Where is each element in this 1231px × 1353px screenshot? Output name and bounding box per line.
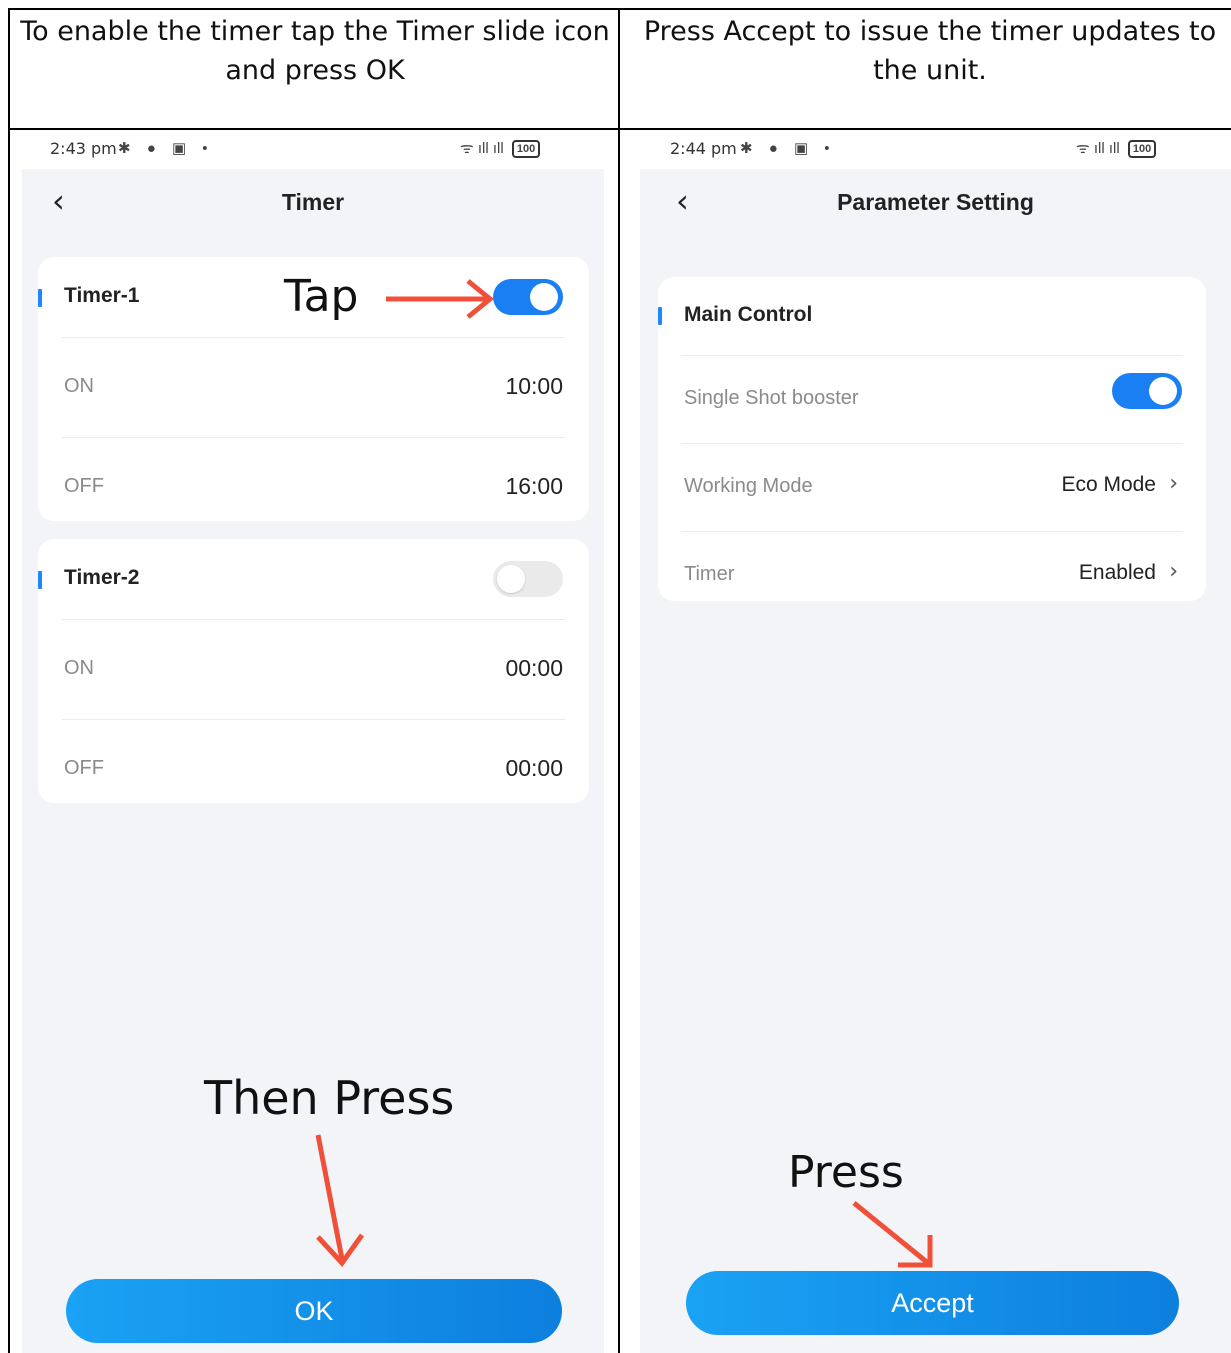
- status-icons: ᯤ ıll ıll 100: [460, 138, 541, 159]
- timer-2-title: Timer-2: [64, 566, 140, 589]
- battery-icon: 100: [1127, 140, 1157, 159]
- status-time: 2:44 pm: [670, 139, 737, 158]
- timer-row[interactable]: Timer Enabled ›: [658, 531, 1206, 619]
- toggle-knob: [497, 565, 525, 593]
- right-caption: Press Accept to issue the timer updates …: [643, 16, 1217, 86]
- working-mode-value: Eco Mode: [1061, 473, 1156, 496]
- divider: [62, 437, 565, 438]
- timer-1-off-row[interactable]: OFF 16:00: [38, 437, 589, 537]
- status-bar: 2:44 pm ✱ ● ▣ • ᯤ ıll ıll 100: [620, 131, 1231, 169]
- off-time-value: 16:00: [505, 473, 563, 499]
- main-control-card: Main Control Single Shot booster Working…: [658, 277, 1206, 601]
- parameter-setting-screen: ‹ Parameter Setting Main Control Single …: [640, 169, 1231, 1353]
- working-mode-label: Working Mode: [684, 475, 813, 497]
- on-time-value: 00:00: [505, 655, 563, 681]
- press-arrow: [852, 1201, 933, 1268]
- status-time: 2:43 pm: [50, 139, 117, 158]
- then-press-arrow: [315, 1134, 365, 1267]
- left-caption: To enable the timer tap the Timer slide …: [20, 16, 610, 86]
- accept-button[interactable]: Accept: [686, 1271, 1179, 1335]
- left-phone-screenshot: 2:43 pm ✱ ● ▣ • ᯤ ıll ıll 100 ‹ Timer Ti…: [10, 131, 616, 1353]
- main-control-title: Main Control: [684, 303, 813, 326]
- timer-2-header: Timer-2: [38, 539, 589, 619]
- status-bar: 2:43 pm ✱ ● ▣ • ᯤ ıll ıll 100: [10, 131, 616, 169]
- nav-bar: ‹ Parameter Setting: [640, 169, 1231, 235]
- divider: [682, 355, 1182, 356]
- wifi-signal-icon: ᯤ ıll ıll: [1076, 140, 1120, 157]
- chevron-right-icon: ›: [1169, 471, 1178, 496]
- status-icons: ᯤ ıll ıll 100: [1076, 138, 1157, 159]
- timer-2-card: Timer-2 ON 00:00 OFF 00:00: [38, 539, 589, 803]
- notification-icons: ✱ ● ▣ •: [740, 140, 836, 157]
- main-control-header: Main Control: [658, 277, 1206, 355]
- nav-bar: ‹ Timer: [22, 169, 604, 235]
- timer-label: Timer: [684, 563, 735, 585]
- timer-2-toggle[interactable]: [493, 561, 563, 597]
- toggle-knob: [1149, 377, 1177, 405]
- page-title: Parameter Setting: [837, 189, 1034, 215]
- notification-icons: ✱ ● ▣ •: [118, 140, 214, 157]
- then-press-annotation: Then Press: [204, 1071, 455, 1125]
- working-mode-row[interactable]: Working Mode Eco Mode ›: [658, 443, 1206, 531]
- ok-button[interactable]: OK: [66, 1279, 562, 1343]
- divider: [62, 337, 565, 338]
- timer-2-on-row[interactable]: ON 00:00: [38, 619, 589, 719]
- press-annotation: Press: [788, 1147, 904, 1198]
- chevron-right-icon: ›: [1169, 559, 1178, 584]
- divider: [682, 443, 1182, 444]
- on-time-value: 10:00: [505, 373, 563, 399]
- section-accent: [658, 307, 662, 325]
- timer-1-on-row[interactable]: ON 10:00: [38, 337, 589, 437]
- table-border-row: [8, 128, 1231, 130]
- on-label: ON: [64, 657, 94, 679]
- wifi-signal-icon: ᯤ ıll ıll: [460, 140, 504, 157]
- timer-1-title: Timer-1: [64, 284, 140, 307]
- section-accent: [38, 289, 42, 307]
- on-label: ON: [64, 375, 94, 397]
- right-phone-screenshot: 2:44 pm ✱ ● ▣ • ᯤ ıll ıll 100 ‹ Paramete…: [620, 131, 1231, 1353]
- timer-2-off-row[interactable]: OFF 00:00: [38, 719, 589, 819]
- divider: [62, 619, 565, 620]
- single-shot-toggle[interactable]: [1112, 373, 1182, 409]
- off-time-value: 00:00: [505, 755, 563, 781]
- single-shot-row: Single Shot booster: [658, 355, 1206, 443]
- single-shot-label: Single Shot booster: [684, 387, 859, 409]
- tap-annotation: Tap: [284, 271, 359, 322]
- divider: [62, 719, 565, 720]
- table-border-top: [8, 8, 1231, 10]
- timer-value: Enabled: [1078, 561, 1156, 584]
- tap-arrow: [386, 279, 494, 319]
- section-accent: [38, 571, 42, 589]
- off-label: OFF: [64, 475, 104, 497]
- battery-icon: 100: [511, 140, 541, 159]
- divider: [682, 531, 1182, 532]
- off-label: OFF: [64, 757, 104, 779]
- page-title: Timer: [281, 189, 345, 215]
- toggle-knob: [530, 283, 558, 311]
